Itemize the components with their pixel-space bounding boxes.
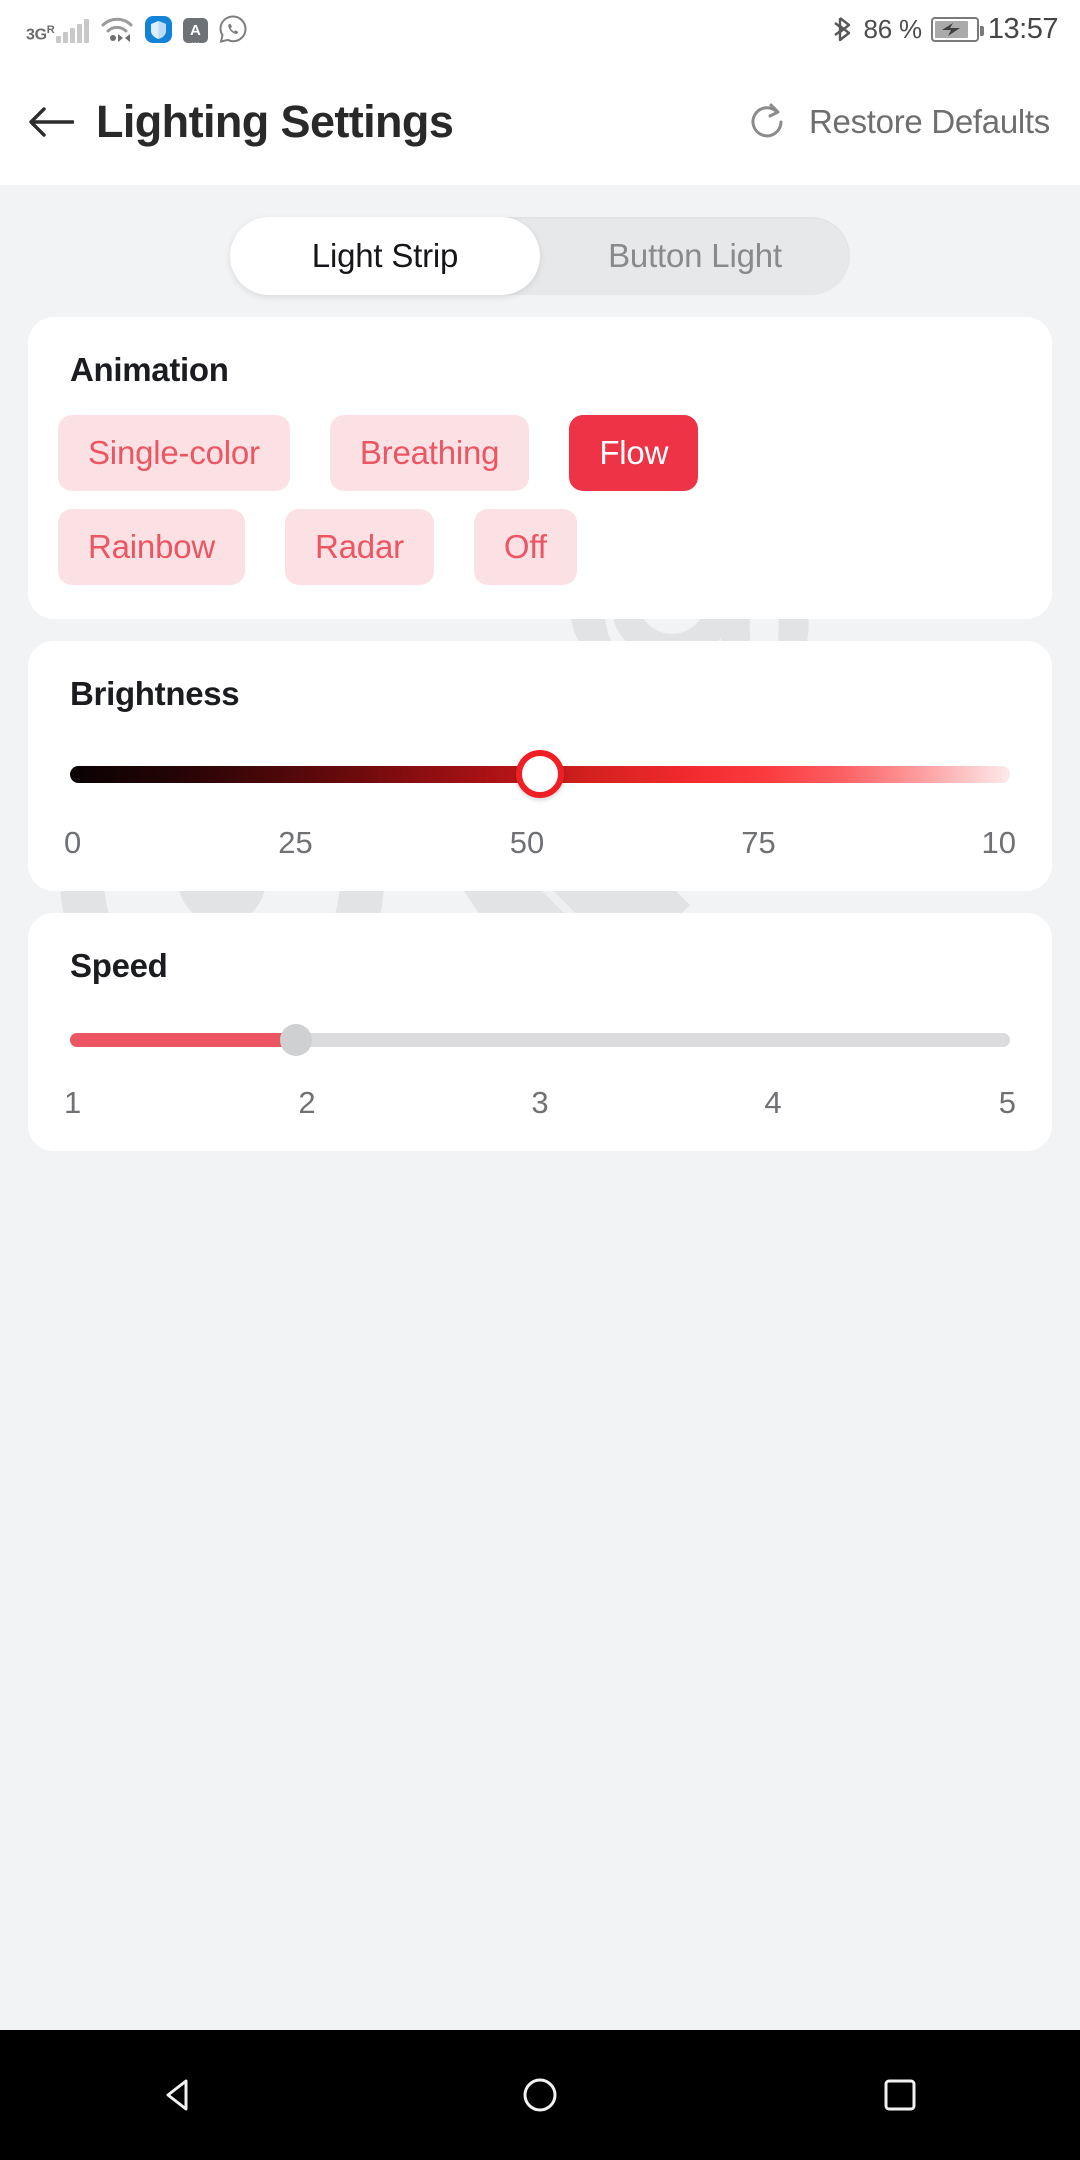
app-header: Lighting Settings Restore Defaults	[0, 58, 1080, 185]
animation-option-breathing[interactable]: Breathing	[329, 415, 530, 491]
wifi-icon	[100, 17, 134, 43]
battery-charging-icon	[930, 16, 984, 42]
brightness-slider[interactable]	[70, 750, 1010, 798]
lighting-target-segmented-control[interactable]: Light Strip Button Light	[230, 217, 850, 295]
restore-defaults-label: Restore Defaults	[809, 102, 1050, 140]
brightness-tick-labels: 0 25 50 75 10	[64, 825, 1016, 861]
speed-tick-5: 5	[998, 1085, 1016, 1120]
speed-tick-labels: 1 2 3 4 5	[64, 1085, 1016, 1121]
status-bar: 3GR A ... 86 % 13:57	[0, 0, 1080, 58]
tab-button-light-label: Button Light	[608, 237, 782, 274]
brightness-slider-thumb[interactable]	[516, 750, 564, 798]
brightness-tick-3: 75	[741, 825, 776, 860]
animation-option-single-color-label: Single-color	[88, 434, 260, 471]
page-title: Lighting Settings	[96, 95, 454, 147]
restore-defaults-button[interactable]: Restore Defaults	[747, 101, 1050, 143]
animation-row-1: Single-color Breathing Flow	[58, 415, 1022, 491]
animation-section-title: Animation	[70, 351, 229, 388]
animation-option-flow-label: Flow	[599, 434, 669, 471]
brightness-card: Brightness 0 25 50 75 10	[28, 641, 1052, 891]
animation-option-radar-label: Radar	[315, 528, 404, 565]
roaming-label: R	[46, 23, 55, 36]
nav-home-circle-icon[interactable]	[505, 2060, 575, 2130]
nav-recents-square-icon[interactable]	[865, 2060, 935, 2130]
whatsapp-icon	[219, 15, 247, 43]
animation-row-2: Rainbow Radar Off	[58, 509, 1022, 585]
animation-option-breathing-label: Breathing	[359, 434, 500, 471]
speed-slider-thumb[interactable]	[279, 1024, 312, 1056]
clock-label: 13:57	[987, 12, 1059, 45]
brightness-tick-1: 25	[278, 825, 313, 860]
restore-refresh-icon	[747, 101, 789, 143]
keyboard-a-icon: A	[182, 18, 208, 43]
animation-option-rainbow-label: Rainbow	[88, 528, 216, 565]
tab-button-light[interactable]: Button Light	[540, 217, 850, 295]
brightness-section-title: Brightness	[70, 675, 240, 712]
brightness-tick-2: 50	[509, 825, 545, 860]
animation-option-radar[interactable]: Radar	[285, 509, 434, 585]
speed-section-title: Speed	[70, 947, 168, 984]
tab-light-strip-label: Light Strip	[311, 237, 459, 274]
bluetooth-icon	[834, 16, 854, 42]
speed-tick-1: 1	[64, 1085, 82, 1120]
speed-tick-4: 4	[764, 1085, 782, 1120]
animation-options-group: Single-color Breathing Flow Rainbow Rada…	[28, 389, 1052, 619]
brightness-tick-4: 10	[981, 825, 1016, 860]
android-navigation-bar	[0, 2030, 1080, 2160]
speed-tick-3: 3	[531, 1085, 549, 1120]
animation-option-rainbow[interactable]: Rainbow	[58, 509, 246, 585]
animation-option-off[interactable]: Off	[473, 509, 577, 585]
brightness-tick-0: 0	[64, 825, 82, 860]
animation-option-single-color[interactable]: Single-color	[58, 415, 290, 491]
speed-slider-fill	[70, 1033, 296, 1047]
animation-option-off-label: Off	[503, 528, 547, 565]
back-arrow-icon[interactable]	[28, 99, 74, 145]
network-type-label: 3G	[26, 26, 47, 43]
speed-tick-2: 2	[298, 1085, 316, 1120]
signal-bars-icon: 3GR	[26, 19, 89, 43]
speed-card: Speed 1 2 3 4 5	[28, 913, 1052, 1151]
nav-back-triangle-icon[interactable]	[145, 2060, 215, 2130]
shield-app-icon	[144, 16, 172, 43]
battery-percent-label: 86 %	[863, 13, 922, 44]
speed-slider[interactable]	[70, 1024, 1010, 1056]
tab-light-strip[interactable]: Light Strip	[230, 217, 540, 295]
animation-card: Animation Single-color Breathing Flow Ra…	[28, 317, 1052, 619]
animation-option-flow[interactable]: Flow	[569, 415, 699, 491]
